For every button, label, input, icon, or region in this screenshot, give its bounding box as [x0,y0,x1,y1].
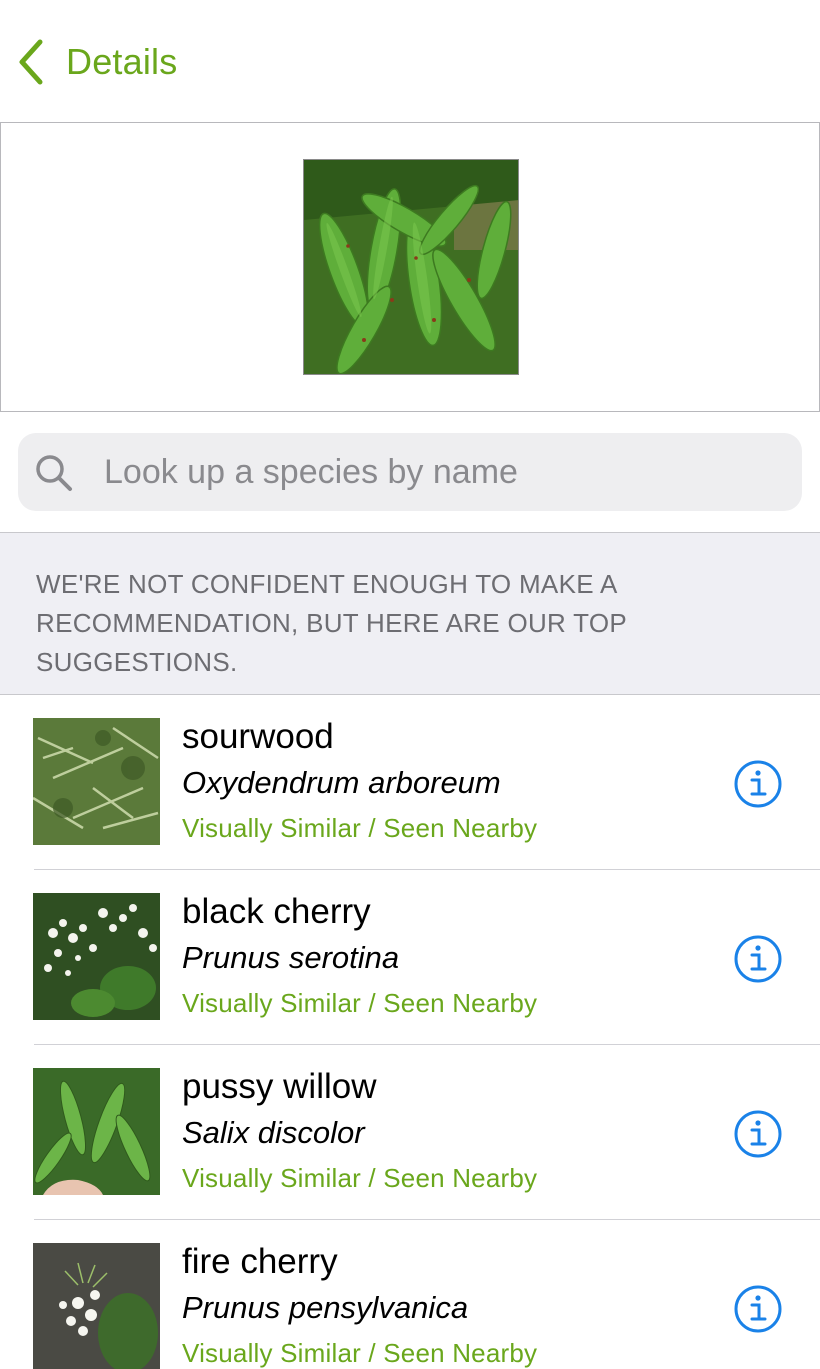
match-reason: Visually Similar / Seen Nearby [182,813,538,843]
species-search-input[interactable]: Look up a species by name [18,433,802,511]
back-button-label: Details [66,41,178,82]
info-circle-icon[interactable] [733,1109,783,1159]
info-circle-icon[interactable] [733,1284,783,1334]
species-thumbnail [33,718,160,845]
species-thumbnail [33,1068,160,1195]
back-button[interactable]: Details [16,38,177,86]
species-thumbnail [33,893,160,1020]
observation-photo-panel [0,122,820,412]
search-placeholder: Look up a species by name [104,453,518,491]
list-item-sourwood[interactable]: sourwood Oxydendrum arboreum Visually Si… [0,695,820,870]
nav-bar: Details [0,0,820,122]
low-confidence-notice: WE'RE NOT CONFIDENT ENOUGH TO MAKE A REC… [0,533,820,695]
scientific-name: Oxydendrum arboreum [182,765,501,800]
identify-screen: Details Look up a species by name WE'RE … [0,0,820,1369]
common-name: black cherry [182,892,371,931]
match-reason: Visually Similar / Seen Nearby [182,1338,538,1368]
observation-photo[interactable] [303,159,519,375]
info-circle-icon[interactable] [733,934,783,984]
list-item-fire-cherry[interactable]: fire cherry Prunus pensylvanica Visually… [0,1220,820,1369]
list-item-pussy-willow[interactable]: pussy willow Salix discolor Visually Sim… [0,1045,820,1220]
suggestions-list: sourwood Oxydendrum arboreum Visually Si… [0,695,820,1369]
notice-text: WE'RE NOT CONFIDENT ENOUGH TO MAKE A REC… [36,569,627,677]
match-reason: Visually Similar / Seen Nearby [182,1163,538,1193]
match-reason: Visually Similar / Seen Nearby [182,988,538,1018]
info-circle-icon[interactable] [733,759,783,809]
common-name: fire cherry [182,1242,338,1281]
list-item-black-cherry[interactable]: black cherry Prunus serotina Visually Si… [0,870,820,1045]
scientific-name: Salix discolor [182,1115,365,1150]
scientific-name: Prunus pensylvanica [182,1290,469,1325]
species-thumbnail [33,1243,160,1369]
scientific-name: Prunus serotina [182,940,400,975]
chevron-left-icon [16,38,46,86]
common-name: sourwood [182,717,334,756]
search-icon [34,453,74,498]
common-name: pussy willow [182,1067,377,1106]
